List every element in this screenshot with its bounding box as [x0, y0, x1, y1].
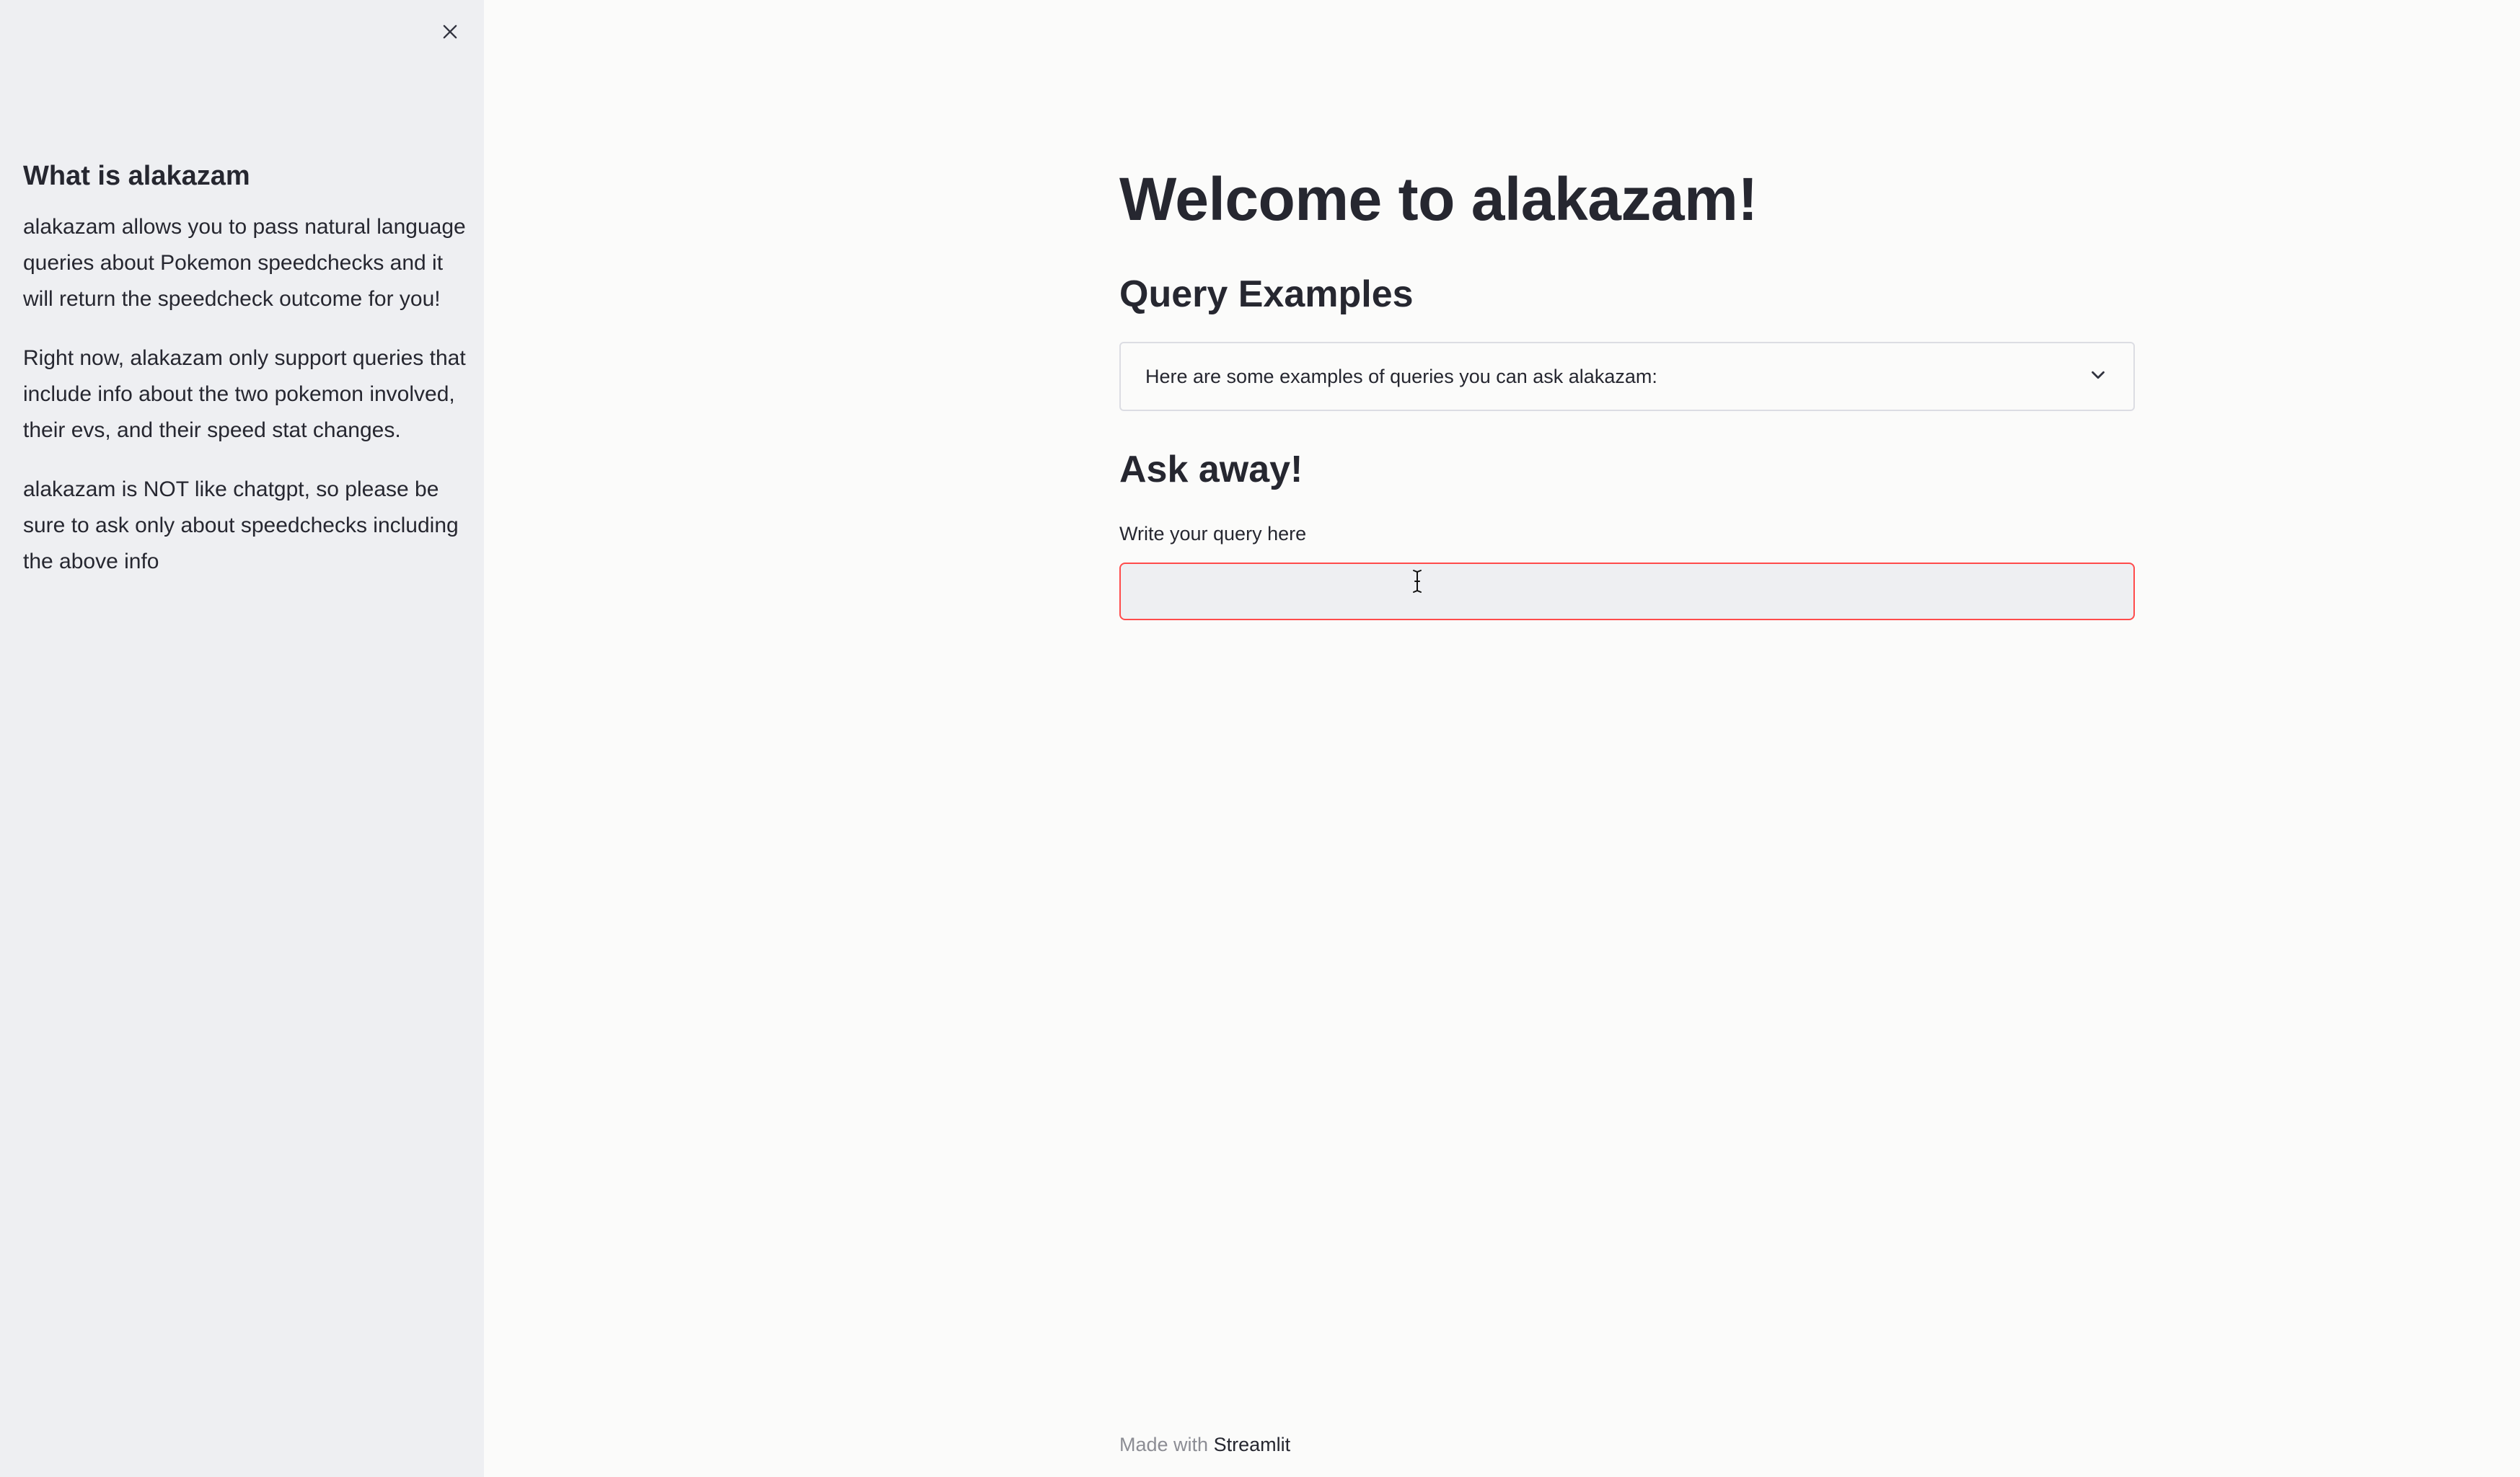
sidebar-content: What is alakazam alakazam allows you to … — [23, 157, 467, 603]
footer-prefix: Made with — [1119, 1434, 1209, 1455]
sidebar-heading: What is alakazam — [23, 161, 250, 191]
sidebar-paragraph-intro: alakazam allows you to pass natural lang… — [23, 215, 466, 311]
examples-expander-label: Here are some examples of queries you ca… — [1145, 365, 1657, 387]
close-icon — [443, 25, 457, 39]
query-input[interactable] — [1119, 563, 2135, 620]
sidebar: What is alakazam alakazam allows you to … — [0, 0, 484, 1477]
sidebar-paragraph-support: Right now, alakazam only support queries… — [23, 346, 466, 442]
query-examples-heading: Query Examples — [1119, 273, 1414, 315]
examples-expander[interactable]: Here are some examples of queries you ca… — [1119, 342, 2135, 411]
text-cursor-icon — [1413, 570, 1422, 593]
streamlit-link[interactable]: Streamlit — [1214, 1434, 1291, 1455]
chevron-down-icon — [2087, 364, 2109, 389]
sidebar-close-button[interactable] — [435, 17, 465, 47]
sidebar-paragraph-warning: alakazam is NOT like chatgpt, so please … — [23, 477, 459, 573]
page-title: Welcome to alakazam! — [1119, 165, 1758, 233]
footer: Made with Streamlit — [1119, 1434, 1290, 1456]
app-page: What is alakazam alakazam allows you to … — [0, 0, 2520, 1477]
query-input-label: Write your query here — [1119, 523, 1307, 544]
ask-away-heading: Ask away! — [1119, 449, 1303, 490]
